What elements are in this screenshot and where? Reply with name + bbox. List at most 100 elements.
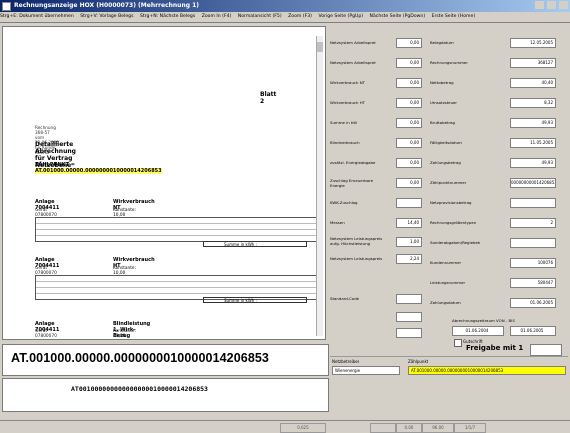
field-input[interactable]: 12.05.2005	[510, 38, 556, 48]
field-input[interactable]: 2	[510, 218, 556, 228]
barcode-panel: AT001000000000000000010000014206853	[2, 378, 329, 412]
field-label: Netzsystem Arbeitspreis NT	[330, 40, 376, 45]
netzbetreiber-field[interactable]: Wienenergie	[332, 366, 400, 375]
document-viewer[interactable]: Blatt 2 Rechnung 368-57 vom 12.06.2005 f…	[2, 26, 326, 340]
field-input[interactable]: 0,00	[396, 118, 422, 128]
field-input[interactable]: 0,00	[396, 78, 422, 88]
netzbetreiber-label: Netzbetreiber	[332, 359, 360, 364]
menu-item[interactable]: Strg+V: Vorlage Belegs	[80, 14, 133, 19]
field-label: Rechnungsgrößentypen	[430, 220, 477, 225]
field-label: Blindverbrauch	[330, 140, 360, 145]
field-label: Wirkverbrauch NT	[330, 80, 366, 85]
menu-item[interactable]: Vorige Seite (PgUp)	[318, 14, 363, 19]
zaehlpunkt-label-bottom: Zählpunkt	[408, 359, 429, 364]
title-bar: Rechnungsanzeige HOX (H0000073) (Mehrrec…	[0, 0, 570, 12]
toolbar-menu: Strg+E: Dokument übernehmen Strg+V: Vorl…	[0, 12, 570, 23]
field-input[interactable]: 000000000014206853	[510, 178, 556, 188]
field-label: Summe in kW	[330, 120, 358, 125]
page-number: Blatt 2	[260, 91, 277, 105]
zaehlpunkt-highlight: AT.001000.00000.0000000010000014206853	[35, 168, 162, 174]
field-label: Fälligkeitsdatum	[430, 140, 462, 145]
field-input[interactable]	[396, 312, 422, 322]
freigabe-input[interactable]	[530, 344, 562, 356]
menu-item[interactable]: Strg+E: Dokument übernehmen	[0, 14, 74, 19]
field-input[interactable]	[396, 294, 422, 304]
zaehlpunkt-big-text: AT.001000.00000.0000000010000014206853	[11, 351, 269, 365]
field-label: Netzsystem Leistungspreis aufg. Höchstle…	[330, 236, 383, 246]
field-input[interactable]: 11.05.2005	[510, 138, 556, 148]
menu-item[interactable]: Zoom In (F4)	[202, 14, 232, 19]
field-input[interactable]: 368127	[510, 58, 556, 68]
field-panel: Netzsystem Arbeitspreis NT 0,00 Netzsyst…	[330, 36, 568, 338]
summe-box: Summe in kWh :	[203, 297, 307, 303]
field-label: Standard-Code	[330, 296, 360, 301]
field-label: KWK-Zuschlag	[330, 200, 358, 205]
summe-box: Summe in kWh :	[203, 241, 307, 247]
field-label: zusätzl. Energieabgabe	[330, 160, 376, 165]
field-input[interactable]: 8,32	[510, 98, 556, 108]
field-label: Bruttobetrag	[430, 120, 456, 125]
field-input[interactable]: 0,00	[396, 38, 422, 48]
field-input[interactable]: 40,40	[510, 78, 556, 88]
field-input[interactable]: 0,00	[396, 98, 422, 108]
field-label: Zuschlag Erneuerbare Energie	[330, 178, 374, 188]
field-label: Belegdatum	[430, 40, 454, 45]
field-input[interactable]: 1,00	[396, 237, 422, 247]
maximize-button[interactable]	[546, 1, 556, 9]
field-input[interactable]: 01.06.2005	[510, 298, 556, 308]
freigabe-label: Freigabe mit 1	[466, 344, 524, 352]
field-label: Zahlungsdatum	[430, 300, 461, 305]
field-label: Kundennummer	[430, 260, 462, 265]
gutschrift-checkbox[interactable]	[454, 339, 462, 347]
viewer-scrollbar[interactable]	[316, 36, 323, 336]
field-input[interactable]: 49,93	[510, 118, 556, 128]
field-input[interactable]	[396, 328, 422, 338]
field-label: Umsatzsteuer	[430, 100, 458, 105]
bottom-panel: Netzbetreiber Wienenergie Zählpunkt AT.0…	[330, 356, 568, 415]
field-label: Netzsystem Leistungspreis	[330, 256, 383, 261]
field-input[interactable]: 0,00	[396, 58, 422, 68]
zaehlpunkt-display: AT.001000.00000.0000000010000014206853	[2, 344, 329, 376]
status-bar: 0,625 0.00 96.00 1/1/7	[0, 420, 570, 433]
field-input[interactable]: 100076	[510, 258, 556, 268]
minimize-button[interactable]	[534, 1, 544, 9]
field-label: Netzsystem Arbeitspreis HT	[330, 60, 376, 65]
field-label: Sonderabgaben/Regiebetrag	[430, 240, 480, 245]
field-input[interactable]: 2,24	[396, 254, 422, 264]
zaehlpunkt-line: ZÄHLPUNKT = AT.001000.00000.000000001000…	[35, 162, 162, 174]
menu-item[interactable]: Erste Seite (Home)	[432, 14, 476, 19]
field-label: Nettobetrag	[430, 80, 454, 85]
data-table	[35, 217, 317, 242]
field-input[interactable]: 49,93	[510, 158, 556, 168]
menu-item[interactable]: Zoom (F3)	[288, 14, 312, 19]
scrollbar-thumb[interactable]	[317, 42, 323, 52]
zeitraum-bis-field[interactable]: 01.06.2005	[510, 326, 556, 336]
field-input[interactable]	[396, 198, 422, 208]
field-label: Leistungsnummer	[430, 280, 466, 285]
field-label: Messen	[330, 220, 345, 225]
field-input[interactable]	[510, 238, 556, 248]
field-label: Zählpunktnummer	[430, 180, 467, 185]
field-label: Wirkverbrauch HT	[330, 100, 366, 105]
menu-item[interactable]: Nächste Seite (PgDown)	[370, 14, 426, 19]
field-input[interactable]: 0,00	[396, 138, 422, 148]
app-icon	[2, 2, 11, 11]
close-button[interactable]	[559, 1, 568, 9]
menu-item[interactable]: Normalansicht (F5)	[238, 14, 282, 19]
zeitraum-von-field[interactable]: 01.06.2004	[452, 326, 504, 336]
zaehlpunkt-field-bottom[interactable]: AT.001000.00000.0000000010000014206853	[408, 366, 566, 375]
field-label: Netzprovisionsbetrag	[430, 200, 472, 205]
abrechnungszeitraum-label: Abrechnungszeitraum VON - BIS	[452, 318, 515, 323]
field-label: Zahlungsbetrag	[430, 160, 461, 165]
geraet-label: Gerät 07800070	[35, 329, 57, 339]
window-title: Rechnungsanzeige HOX (H0000073) (Mehrrec…	[14, 2, 200, 9]
field-input[interactable]: 0,00	[396, 158, 422, 168]
field-input[interactable]: 0,00	[396, 178, 422, 188]
menu-item[interactable]: Strg+N: Nächste Belegs	[140, 14, 195, 19]
konstante-label: Konstante: 10,00	[113, 329, 137, 339]
field-label: Rechnungsnummer	[430, 60, 468, 65]
field-input[interactable]: 580447	[510, 278, 556, 288]
field-input[interactable]: 14,40	[396, 218, 422, 228]
barcode-text: AT001000000000000000010000014206853	[71, 385, 208, 393]
field-input[interactable]	[510, 198, 556, 208]
